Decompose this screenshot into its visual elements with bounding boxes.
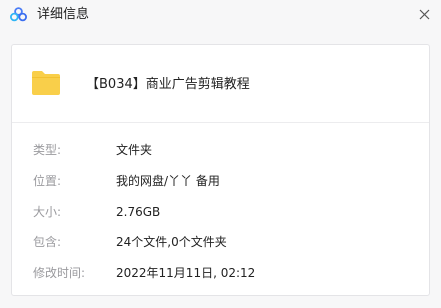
detail-label: 包含: [33,235,62,249]
title-bar: 详细信息 [0,0,441,30]
detail-row-location: 位置: 我的网盘/丫丫 备用 [12,171,429,191]
detail-value: 文件夹 [116,143,153,157]
detail-row-type: 类型: 文件夹 [12,140,429,160]
details-panel: 【B034】商业广告剪辑教程 类型: 文件夹 位置: 我的网盘/丫丫 备用 大小… [11,44,430,296]
detail-row-modified: 修改时间: 2022年11月11日, 02:12 [12,263,429,283]
detail-value: 我的网盘/丫丫 备用 [116,174,220,188]
detail-label: 修改时间: [33,266,86,280]
file-header: 【B034】商业广告剪辑教程 [12,45,429,122]
detail-value: 2.76GB [116,205,161,219]
close-icon [419,5,430,24]
detail-label: 位置: [33,174,62,188]
divider [12,122,429,123]
detail-value: 2022年11月11日, 02:12 [116,266,256,280]
detail-label: 大小: [33,205,62,219]
detail-label: 类型: [33,143,62,157]
baidu-netdisk-cloud-icon [10,7,27,22]
detail-value: 24个文件,0个文件夹 [116,235,227,249]
close-button[interactable] [412,3,436,25]
file-name: 【B034】商业广告剪辑教程 [86,77,250,92]
window-title: 详细信息 [37,7,90,22]
folder-icon [31,70,61,96]
detail-row-size: 大小: 2.76GB [12,202,429,222]
detail-row-contains: 包含: 24个文件,0个文件夹 [12,232,429,252]
details-window: 详细信息 【B034】商业广告剪辑教程 类型: 文件夹 位置: 我的网盘/丫丫 … [0,0,441,308]
